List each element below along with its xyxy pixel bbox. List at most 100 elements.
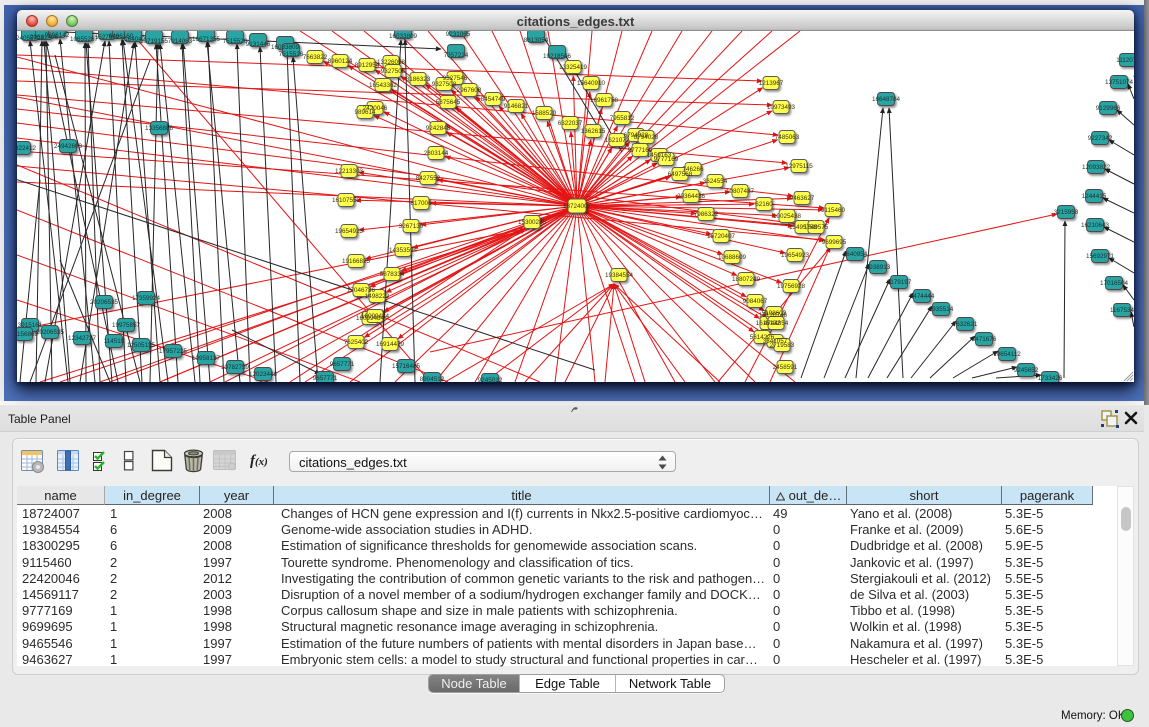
svg-text:16648784: 16648784 xyxy=(872,96,901,103)
svg-text:19975857: 19975857 xyxy=(112,322,141,329)
svg-text:13356886: 13356886 xyxy=(145,125,174,132)
svg-text:20206535: 20206535 xyxy=(90,299,119,306)
svg-text:6794028: 6794028 xyxy=(634,134,659,141)
svg-text:19166825: 19166825 xyxy=(342,258,371,265)
svg-text:95822412: 95822412 xyxy=(17,145,36,152)
svg-text:10688609: 10688609 xyxy=(718,254,747,261)
svg-text:9227342: 9227342 xyxy=(1088,135,1113,142)
svg-text:1167534: 1167534 xyxy=(1110,307,1134,314)
svg-text:7357224: 7357224 xyxy=(444,52,469,59)
svg-text:1498222: 1498222 xyxy=(365,293,390,300)
svg-text:6322037: 6322037 xyxy=(558,120,583,127)
svg-text:7663822: 7663822 xyxy=(303,54,328,61)
svg-text:9777169: 9777169 xyxy=(654,156,679,163)
svg-text:8938913: 8938913 xyxy=(866,264,891,271)
svg-text:12023448: 12023448 xyxy=(249,371,278,378)
svg-text:3267130: 3267130 xyxy=(399,223,424,230)
svg-text:1112074: 1112074 xyxy=(1116,57,1134,64)
svg-text:9115460: 9115460 xyxy=(821,207,846,214)
svg-text:13226058: 13226058 xyxy=(377,59,406,66)
svg-text:5875645: 5875645 xyxy=(436,99,461,106)
svg-text:16961758: 16961758 xyxy=(590,97,619,104)
svg-text:9657771: 9657771 xyxy=(313,375,338,382)
svg-text:9242848: 9242848 xyxy=(426,125,451,132)
svg-text:5878334: 5878334 xyxy=(380,271,405,278)
svg-text:7986322: 7986322 xyxy=(694,211,719,218)
svg-text:9463627: 9463627 xyxy=(790,195,815,202)
svg-text:9131446: 9131446 xyxy=(246,41,271,48)
svg-text:8427552: 8427552 xyxy=(416,175,441,182)
svg-text:2458591: 2458591 xyxy=(773,364,798,371)
svg-text:15640910: 15640910 xyxy=(577,80,606,87)
svg-text:8471676: 8471676 xyxy=(972,336,997,343)
svg-text:19654923: 19654923 xyxy=(781,252,810,259)
svg-text:8813054: 8813054 xyxy=(524,37,549,44)
svg-text:5108603: 5108603 xyxy=(762,310,787,317)
svg-text:20364436: 20364436 xyxy=(677,193,706,200)
svg-text:9657771: 9657771 xyxy=(330,361,355,368)
svg-text:12975115: 12975115 xyxy=(785,163,813,170)
svg-text:1244415: 1244415 xyxy=(1082,193,1107,200)
svg-text:18724007: 18724007 xyxy=(563,203,592,210)
svg-text:16033809: 16033809 xyxy=(271,44,300,51)
svg-text:9327508: 9327508 xyxy=(432,81,457,88)
svg-text:7632621: 7632621 xyxy=(953,321,978,328)
svg-text:15716485: 15716485 xyxy=(392,363,421,370)
svg-text:3215958: 3215958 xyxy=(1054,209,1079,216)
svg-text:4744854: 4744854 xyxy=(764,320,789,327)
svg-text:10958137: 10958137 xyxy=(192,355,221,362)
svg-text:17016504: 17016504 xyxy=(1100,280,1129,287)
svg-text:7955812: 7955812 xyxy=(610,115,635,122)
svg-text:16033809: 16033809 xyxy=(389,33,418,40)
svg-text:6179197: 6179197 xyxy=(887,279,912,286)
svg-text:19384554: 19384554 xyxy=(605,272,634,279)
svg-text:9129966: 9129966 xyxy=(1096,105,1121,112)
svg-text:1588520: 1588520 xyxy=(532,110,557,117)
svg-text:15720407: 15720407 xyxy=(707,233,736,240)
svg-text:16914479: 16914479 xyxy=(376,341,405,348)
svg-text:2967608: 2967608 xyxy=(457,87,482,94)
svg-text:9806142: 9806142 xyxy=(45,32,70,39)
svg-text:2935514: 2935514 xyxy=(929,306,954,313)
svg-text:7914063: 7914063 xyxy=(168,38,193,45)
svg-text:16210643: 16210643 xyxy=(1081,222,1110,229)
svg-text:10654112: 10654112 xyxy=(993,351,1021,358)
svg-text:10719155: 10719155 xyxy=(140,38,169,45)
svg-text:13751074: 13751074 xyxy=(1105,79,1134,86)
svg-text:7515526: 7515526 xyxy=(279,51,304,58)
svg-text:746266: 746266 xyxy=(682,166,704,173)
svg-text:20206535: 20206535 xyxy=(36,329,65,336)
svg-text:9699695: 9699695 xyxy=(822,239,847,246)
svg-text:62160: 62160 xyxy=(755,201,773,208)
svg-text:16099484: 16099484 xyxy=(361,313,390,320)
svg-text:8186323: 8186323 xyxy=(406,76,431,83)
svg-text:15692971: 15692971 xyxy=(1086,253,1115,260)
svg-text:13325419: 13325419 xyxy=(559,64,588,71)
svg-text:1621072: 1621072 xyxy=(605,137,630,144)
svg-text:3915161: 3915161 xyxy=(18,322,43,329)
svg-text:16543362: 16543362 xyxy=(369,82,398,89)
svg-text:18807249: 18807249 xyxy=(732,276,761,283)
svg-text:12505135: 12505135 xyxy=(127,342,156,349)
svg-text:1362615: 1362615 xyxy=(581,128,606,135)
svg-text:17957225: 17957225 xyxy=(159,348,188,355)
svg-text:12213303: 12213303 xyxy=(335,168,364,175)
svg-text:9231065: 9231065 xyxy=(446,31,471,38)
svg-text:8904512: 8904512 xyxy=(420,376,445,382)
svg-text:16107552: 16107552 xyxy=(332,197,361,204)
svg-text:1549575: 1549575 xyxy=(804,224,829,231)
svg-text:7485063: 7485063 xyxy=(775,134,800,141)
svg-text:10025438: 10025438 xyxy=(773,213,802,220)
svg-text:10973493: 10973493 xyxy=(767,104,796,111)
svg-text:1640954: 1640954 xyxy=(843,251,868,258)
svg-text:9084067: 9084067 xyxy=(743,298,768,305)
svg-text:8960124: 8960124 xyxy=(328,58,353,65)
svg-text:3624554: 3624554 xyxy=(703,178,728,185)
svg-text:9245012: 9245012 xyxy=(478,377,503,382)
svg-text:12093822: 12093822 xyxy=(1082,164,1111,171)
svg-text:1213967: 1213967 xyxy=(759,80,784,87)
svg-text:24942603: 24942603 xyxy=(54,143,83,150)
svg-text:114519: 114519 xyxy=(104,338,125,345)
svg-text:16671355: 16671355 xyxy=(192,36,221,43)
svg-text:12342737: 12342737 xyxy=(68,335,97,342)
